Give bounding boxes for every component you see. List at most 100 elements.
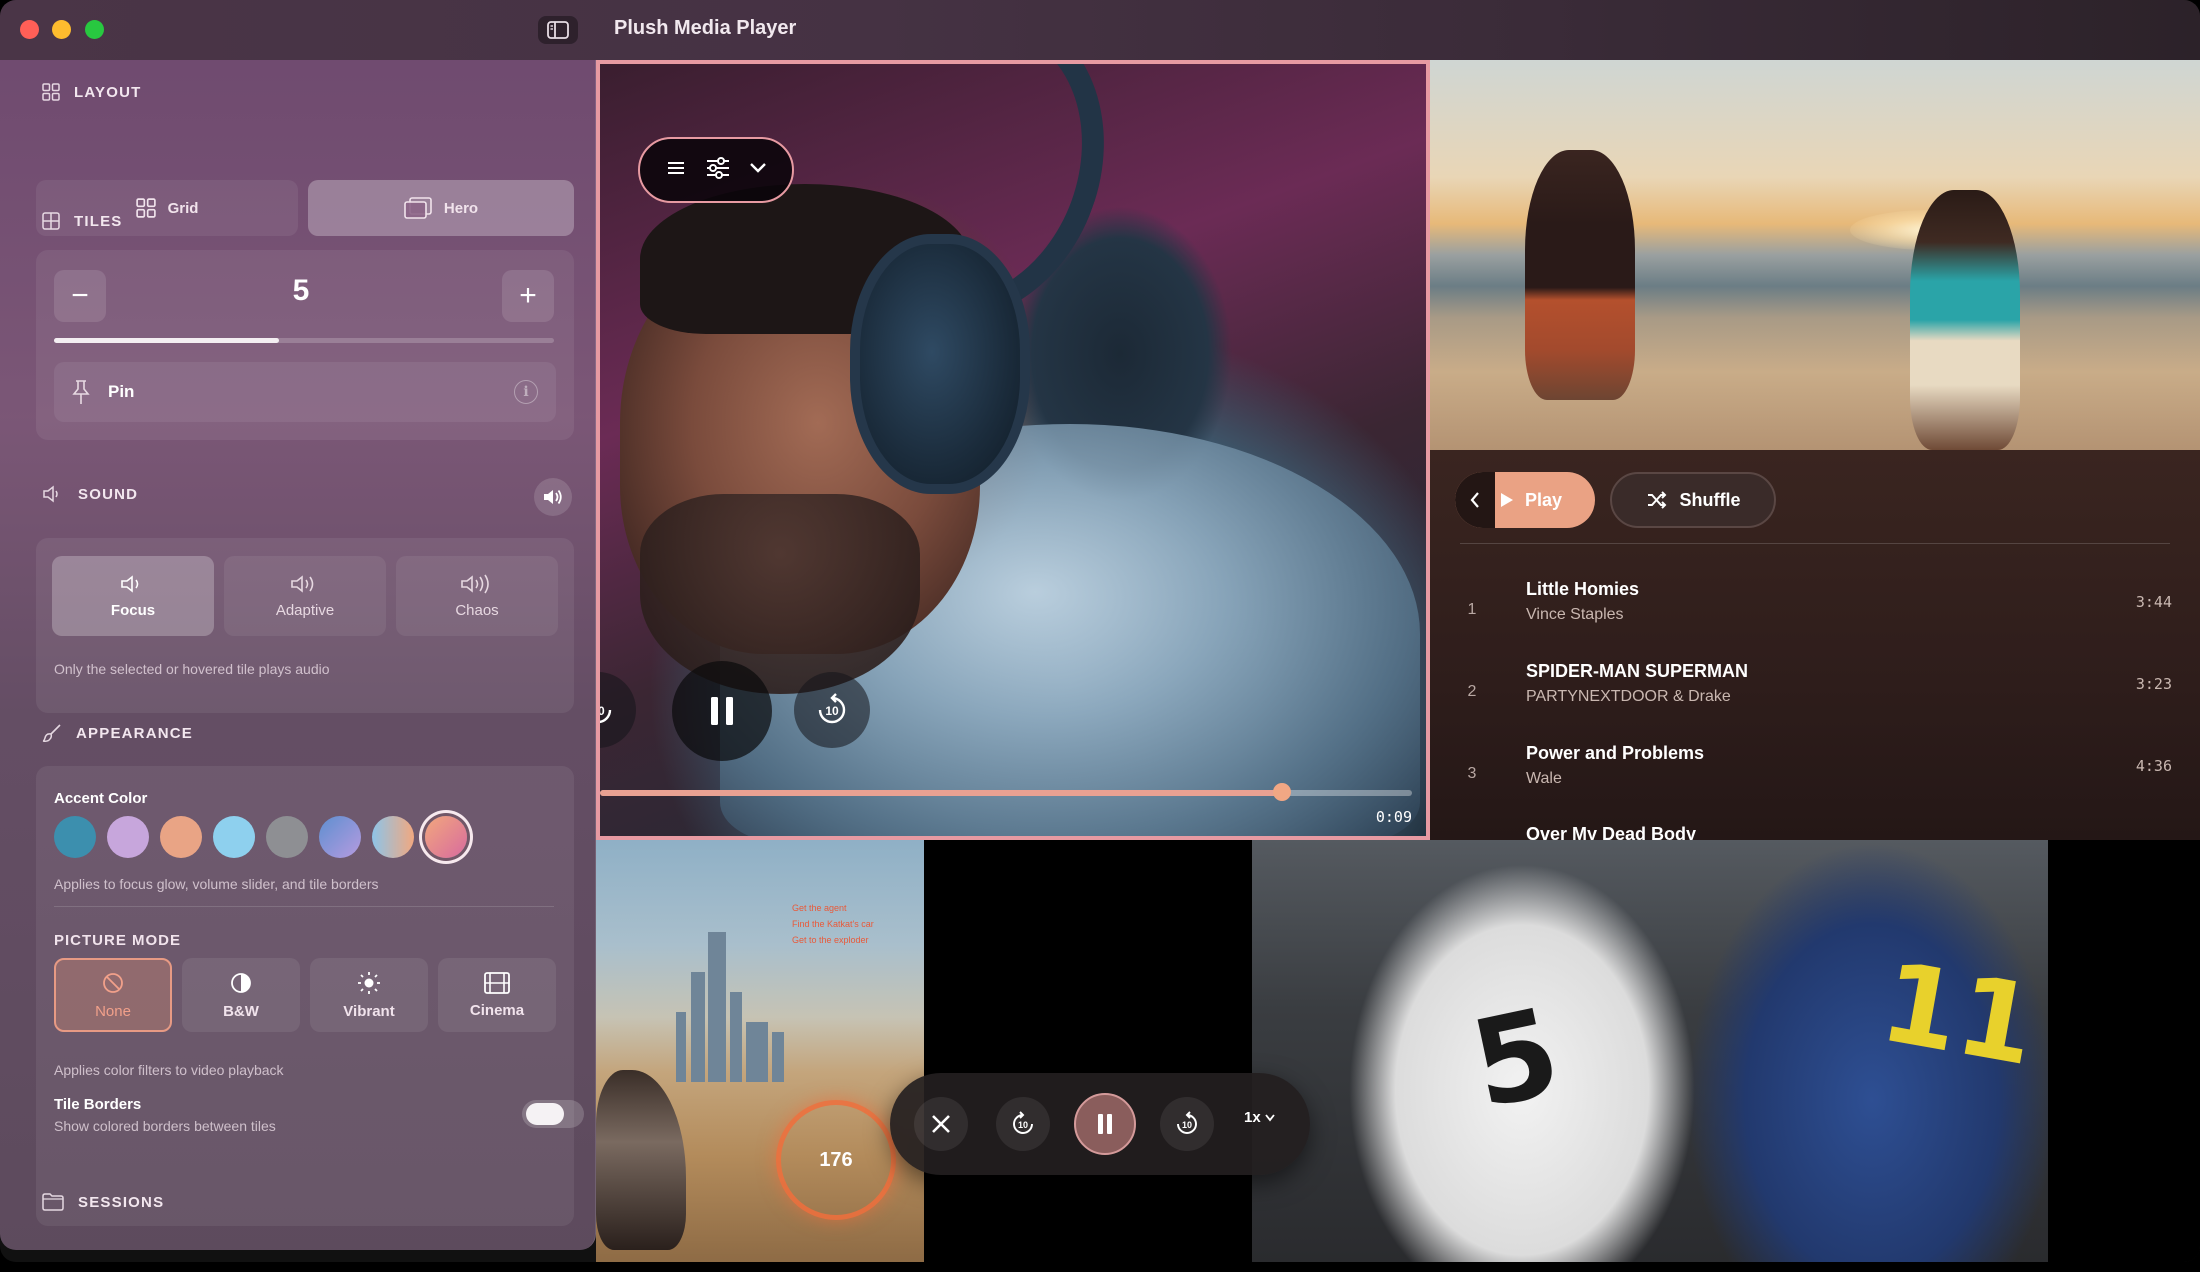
picture-mode-vibrant-option[interactable]: Vibrant bbox=[310, 958, 428, 1032]
empty-video-tile[interactable] bbox=[924, 840, 1252, 1262]
sound-focus-label: Focus bbox=[110, 601, 156, 619]
play-all-button[interactable]: Play bbox=[1455, 472, 1595, 528]
layout-grid-label: Grid bbox=[167, 199, 199, 217]
decrement-tiles-button[interactable]: − bbox=[54, 270, 106, 322]
track-duration: 4:36 bbox=[2135, 757, 2172, 775]
layout-hero-option[interactable]: Hero bbox=[308, 180, 574, 236]
picture-mode-none-option[interactable]: None bbox=[54, 958, 172, 1032]
accent-swatch-teal[interactable] bbox=[54, 816, 96, 858]
track-row[interactable]: 2 SPIDER-MAN SUPERMAN PARTYNEXTDOOR & Dr… bbox=[1460, 661, 2180, 731]
video-frame-dancer-left bbox=[1525, 150, 1635, 400]
jersey-number: 5 bbox=[1460, 982, 1572, 1137]
hero-current-time: 0:09 bbox=[1375, 808, 1412, 826]
play-all-label: Play bbox=[1525, 489, 1563, 510]
video-frame-tower bbox=[676, 1012, 686, 1082]
sound-adaptive-option[interactable]: Adaptive bbox=[224, 556, 386, 636]
accent-swatch-gray[interactable] bbox=[266, 816, 308, 858]
info-icon[interactable]: i bbox=[514, 380, 538, 404]
zoom-window-button[interactable] bbox=[85, 20, 104, 39]
chevron-down-icon[interactable] bbox=[749, 161, 767, 179]
play-icon bbox=[1501, 493, 1513, 507]
picture-mode-label: PICTURE MODE bbox=[54, 932, 182, 949]
track-row[interactable]: 1 Little Homies Vince Staples 3:44 bbox=[1460, 579, 2180, 649]
jersey-number: 11 bbox=[1872, 937, 2046, 1091]
sound-section-title: SOUND bbox=[78, 485, 139, 503]
sound-focus-option[interactable]: Focus bbox=[52, 556, 214, 636]
close-window-button[interactable] bbox=[20, 20, 39, 39]
picture-mode-cinema-option[interactable]: Cinema bbox=[438, 958, 556, 1032]
hero-scrubber[interactable] bbox=[600, 783, 1412, 801]
accent-swatch-blue-purple[interactable] bbox=[319, 816, 361, 858]
video-frame-tower bbox=[746, 1022, 768, 1082]
tiles-card: − 5 + Pin i bbox=[36, 250, 574, 440]
track-artist: PARTYNEXTDOOR & Drake bbox=[1526, 688, 1731, 705]
mini-skip-forward-button[interactable]: 10 bbox=[1160, 1097, 1214, 1151]
tiles-slider-fill bbox=[54, 338, 279, 343]
sound-section-header: SOUND bbox=[42, 485, 138, 503]
svg-text:10: 10 bbox=[1018, 1120, 1028, 1130]
layout-hero-label: Hero bbox=[443, 199, 479, 217]
track-row[interactable]: 3 Power and Problems Wale 4:36 bbox=[1460, 743, 2180, 813]
hero-video-tile[interactable]: 10 10 0:09 bbox=[596, 60, 1430, 840]
sidebar-icon bbox=[547, 21, 569, 39]
folder-icon bbox=[42, 1193, 64, 1211]
window-title: Plush Media Player bbox=[614, 17, 797, 39]
skip-back-button[interactable]: 10 bbox=[600, 672, 636, 748]
playback-speed-button[interactable]: 1x bbox=[1244, 1109, 1275, 1126]
picture-mode-none-label: None bbox=[95, 1002, 131, 1020]
hero-scrubber-fill bbox=[600, 790, 1283, 796]
accent-swatch-peach-pink[interactable] bbox=[425, 816, 467, 858]
mini-controls: 10 10 1x bbox=[890, 1073, 1310, 1175]
track-duration: 3:44 bbox=[2135, 593, 2172, 611]
title-bar: Plush Media Player bbox=[0, 0, 2200, 60]
video-frame-beard bbox=[640, 494, 920, 694]
sidebar-toggle-button[interactable] bbox=[538, 16, 578, 44]
shuffle-button[interactable]: Shuffle bbox=[1610, 472, 1776, 528]
sound-card: Focus Adaptive Chaos Only the selected o… bbox=[36, 538, 574, 713]
close-icon bbox=[932, 1115, 950, 1133]
volume-icon bbox=[544, 489, 562, 505]
hockey-video-tile[interactable]: 5 11 bbox=[1252, 840, 2048, 1262]
sound-chaos-option[interactable]: Chaos bbox=[396, 556, 558, 636]
picture-mode-bw-option[interactable]: B&W bbox=[182, 958, 300, 1032]
grid-icon bbox=[42, 83, 60, 101]
mini-pause-button[interactable] bbox=[1074, 1093, 1136, 1155]
sliders-icon[interactable] bbox=[705, 156, 731, 184]
accent-swatch-peach[interactable] bbox=[160, 816, 202, 858]
pin-toggle-row[interactable]: Pin i bbox=[54, 362, 556, 422]
game-objective: Get the agent bbox=[792, 903, 847, 913]
track-title: Little Homies bbox=[1526, 579, 1640, 599]
sound-hint: Only the selected or hovered tile plays … bbox=[54, 661, 330, 677]
playlist-panel: Play Shuffle 1 Little Homies Vince Stapl… bbox=[1430, 450, 2200, 840]
collapse-playlist-button[interactable] bbox=[1455, 472, 1495, 528]
accent-swatch-lavender[interactable] bbox=[107, 816, 149, 858]
picture-mode-vibrant-label: Vibrant bbox=[343, 1002, 395, 1020]
sound-adaptive-label: Adaptive bbox=[275, 601, 335, 619]
mini-skip-back-button[interactable]: 10 bbox=[996, 1097, 1050, 1151]
increment-tiles-button[interactable]: + bbox=[502, 270, 554, 322]
skip-forward-button[interactable]: 10 bbox=[794, 672, 870, 748]
section-divider bbox=[54, 906, 554, 907]
menu-icon[interactable] bbox=[665, 160, 687, 181]
svg-text:10: 10 bbox=[825, 704, 839, 718]
playlist-divider bbox=[1460, 543, 2170, 544]
tiles-slider[interactable] bbox=[54, 338, 554, 343]
layout-section-header: LAYOUT bbox=[42, 83, 142, 101]
accent-swatch-sky[interactable] bbox=[213, 816, 255, 858]
hero-pause-button[interactable] bbox=[672, 661, 772, 761]
beach-video-tile[interactable] bbox=[1430, 60, 2200, 450]
svg-text:10: 10 bbox=[1182, 1120, 1192, 1130]
minimize-window-button[interactable] bbox=[52, 20, 71, 39]
close-tile-button[interactable] bbox=[914, 1097, 968, 1151]
game-video-tile[interactable]: Get the agent Find the Katkat's car Get … bbox=[596, 840, 924, 1262]
forward-10-icon: 10 bbox=[1177, 1111, 1197, 1134]
track-title: Over My Dead Body bbox=[1526, 824, 1697, 840]
volume-button[interactable] bbox=[534, 478, 572, 516]
accent-swatch-blue-peach[interactable] bbox=[372, 816, 414, 858]
track-row[interactable]: Over My Dead Body bbox=[1460, 824, 2180, 840]
tile-borders-toggle[interactable] bbox=[522, 1100, 584, 1128]
hero-scrubber-knob[interactable] bbox=[1273, 783, 1292, 801]
settings-sidebar: LAYOUT Grid Hero TILES − 5 + Pin i SOUND… bbox=[0, 60, 596, 1250]
grid-icon bbox=[135, 198, 156, 218]
pause-icon bbox=[1098, 1114, 1112, 1134]
